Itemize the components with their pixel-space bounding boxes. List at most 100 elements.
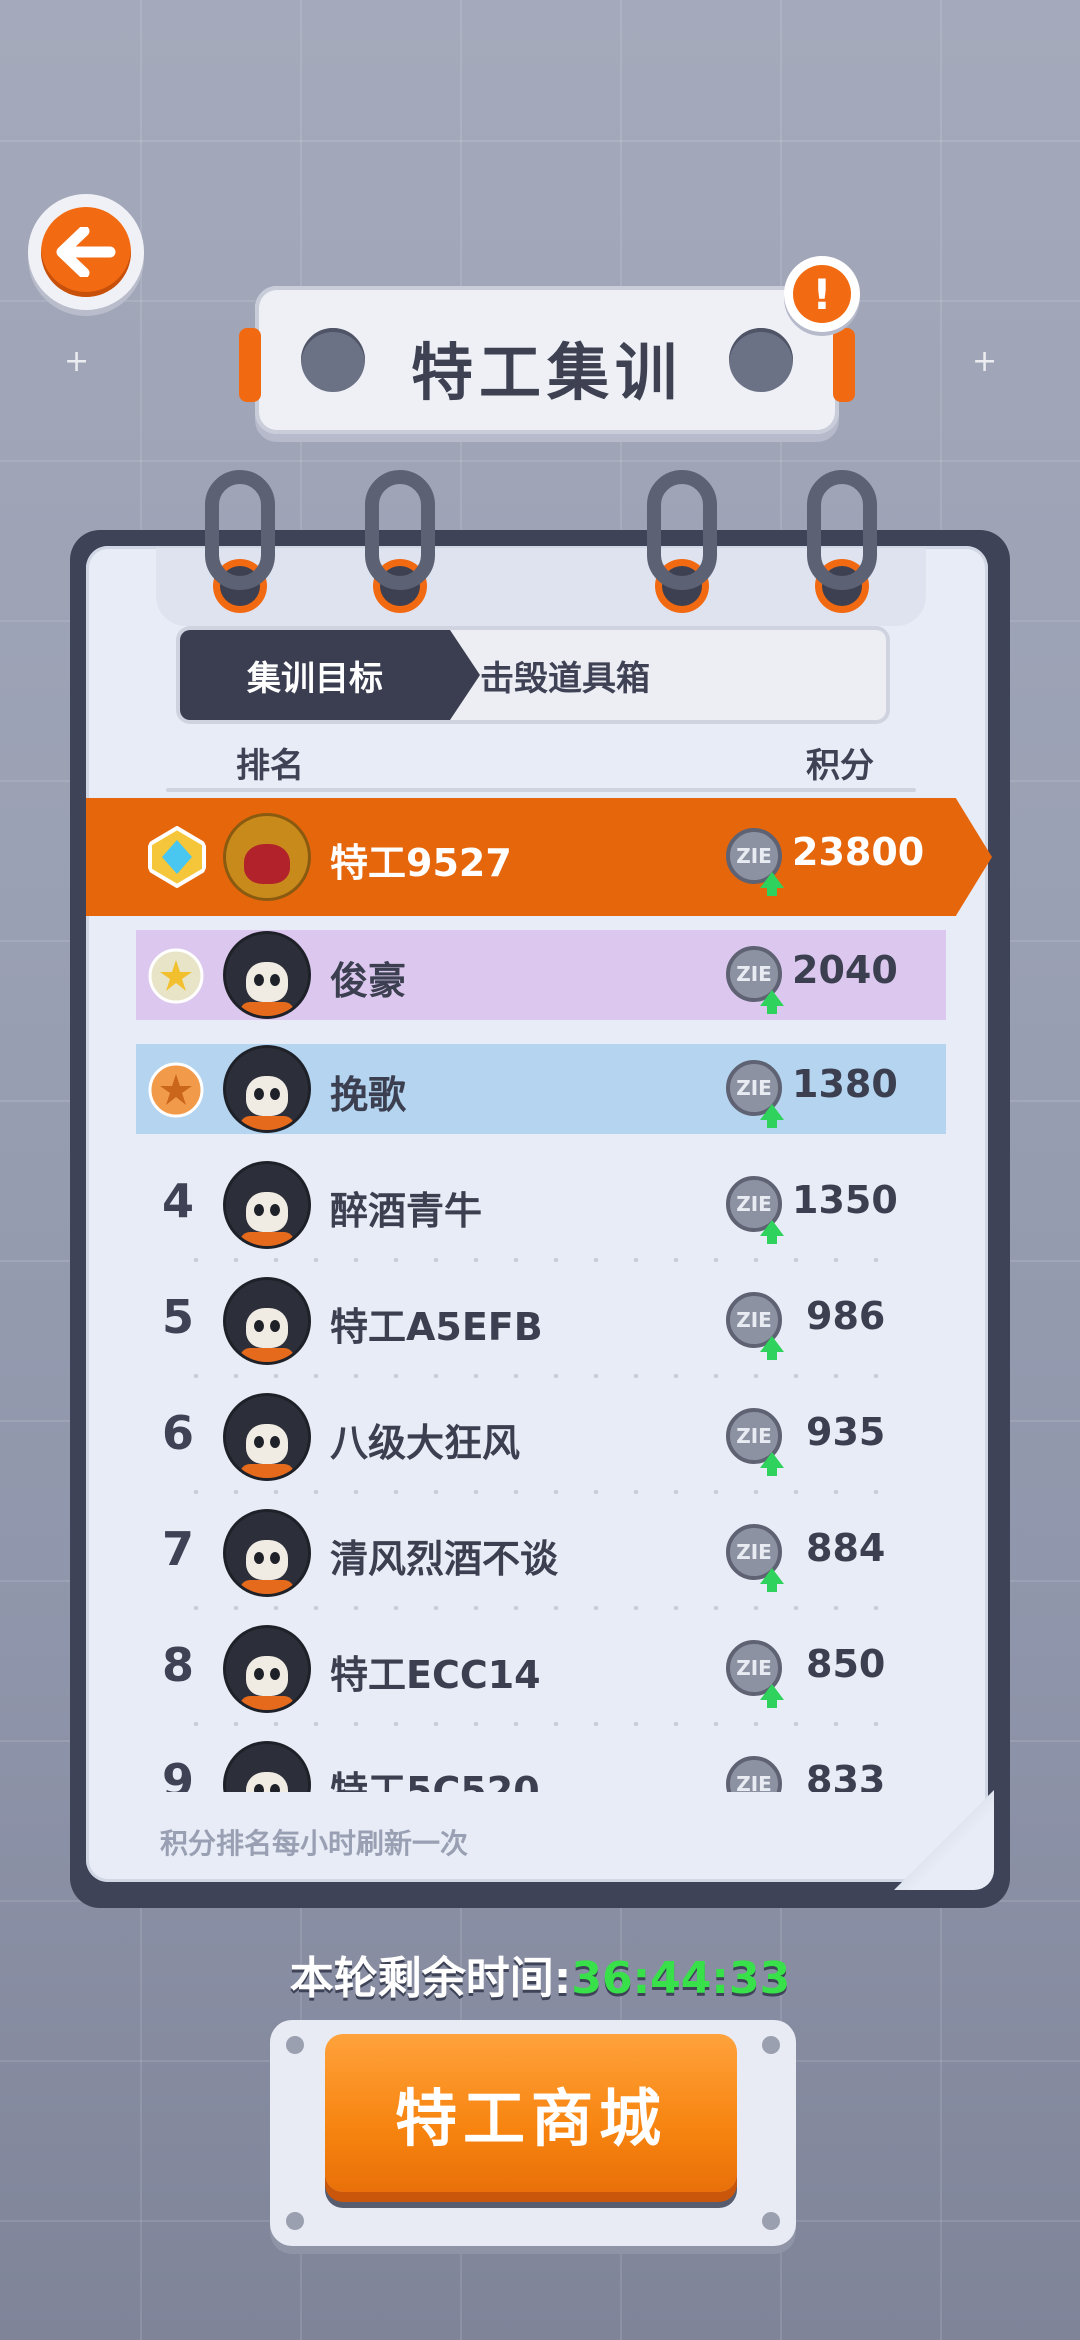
player-score: 986 [806, 1294, 886, 1338]
title-plate: 特工集训 [239, 286, 855, 434]
player-name: 清风烈酒不谈 [330, 1537, 559, 1581]
coin-label: ZIE [736, 1308, 772, 1332]
avatar-face [246, 1772, 288, 1792]
info-button[interactable]: ! [784, 256, 860, 332]
player-name: 特工5C520 [330, 1769, 540, 1792]
back-button[interactable] [28, 194, 144, 310]
coin-label: ZIE [736, 1540, 772, 1564]
avatar-face [246, 1192, 288, 1232]
page-title: 特工集训 [410, 336, 683, 409]
player-score: 23800 [792, 830, 925, 874]
round-timer: 本轮剩余时间:36:44:33 [0, 1942, 1080, 2006]
avatar-face [246, 1308, 288, 1348]
table-row[interactable]: 特工9527 ZIE 23800 [86, 798, 988, 914]
avatar-face [246, 1076, 288, 1116]
player-score: 2040 [792, 948, 898, 992]
player-name: 特工ECC14 [330, 1653, 541, 1697]
avatar-eye [270, 1088, 280, 1100]
table-row[interactable]: 9 特工5C520 ZIE 833 [86, 1726, 988, 1792]
binder-ring [807, 470, 877, 590]
agent-shop-button[interactable]: 特工商城 [325, 2034, 737, 2192]
header-divider [166, 788, 916, 792]
arrow-up-icon [760, 1452, 784, 1476]
player-score: 850 [806, 1642, 886, 1686]
rank-number: 8 [161, 1638, 194, 1692]
arrow-up-icon [760, 1684, 784, 1708]
player-name: 特工9527 [330, 841, 512, 885]
avatar-eye [254, 1088, 264, 1100]
avatar [226, 1048, 308, 1130]
coin-label: ZIE [736, 1656, 772, 1680]
avatar-face [246, 1540, 288, 1580]
bronze-medal-icon [148, 1062, 204, 1118]
arrow-up-icon [760, 1568, 784, 1592]
tab-training-goal[interactable]: 集训目标 [180, 630, 480, 720]
avatar-eye [254, 1436, 264, 1448]
points-coin-icon: ZIE [726, 1524, 784, 1592]
player-score: 884 [806, 1526, 886, 1570]
avatar-collar [240, 1002, 294, 1016]
player-name: 特工A5EFB [330, 1305, 543, 1349]
player-name: 醉酒青牛 [330, 1189, 483, 1233]
player-score: 1380 [792, 1062, 898, 1106]
tab-bar: 集训目标 击毁道具箱 [180, 630, 886, 720]
diamond-medal-icon [148, 826, 206, 888]
points-coin-icon: ZIE [726, 946, 784, 1014]
avatar-collar [240, 1580, 294, 1594]
avatar-eye [254, 1552, 264, 1564]
points-coin-icon: ZIE [726, 1292, 784, 1360]
avatar [226, 1396, 308, 1478]
avatar [226, 934, 308, 1016]
avatar-eye [254, 1204, 264, 1216]
avatar-collar [240, 1348, 294, 1362]
points-coin-icon: ZIE [726, 1060, 784, 1128]
avatar [226, 1512, 308, 1594]
exclamation-icon: ! [793, 265, 851, 323]
table-row[interactable]: 4 醉酒青牛 ZIE 1350 [86, 1146, 988, 1262]
rank-number: 7 [161, 1522, 194, 1576]
binder-ring [365, 470, 435, 590]
avatar-face [246, 1656, 288, 1696]
avatar-face [246, 962, 288, 1002]
table-row[interactable]: 5 特工A5EFB ZIE 986 [86, 1262, 988, 1378]
arrow-up-icon [760, 1336, 784, 1360]
coin-label: ZIE [736, 1192, 772, 1216]
binder-ring [205, 470, 275, 590]
table-row[interactable]: 8 特工ECC14 ZIE 850 [86, 1610, 988, 1726]
avatar-eye [270, 1204, 280, 1216]
avatar-face [244, 844, 290, 884]
coin-label: ZIE [736, 962, 772, 986]
arrow-up-icon [760, 1104, 784, 1128]
table-row[interactable]: 俊豪 ZIE 2040 [86, 916, 988, 1032]
avatar-eye [270, 974, 280, 986]
coin-label: ZIE [736, 1424, 772, 1448]
avatar-eye [270, 1320, 280, 1332]
rank-number: 5 [161, 1290, 194, 1344]
table-row[interactable]: 7 清风烈酒不谈 ZIE 884 [86, 1494, 988, 1610]
player-name: 俊豪 [330, 959, 407, 1003]
tab-destroy-crates[interactable]: 击毁道具箱 [480, 630, 886, 720]
table-row[interactable]: 6 八级大狂风 ZIE 935 [86, 1378, 988, 1494]
avatar-face [246, 1424, 288, 1464]
avatar [226, 1744, 308, 1792]
column-header-rank: 排名 [236, 746, 304, 786]
rank-number: 4 [161, 1174, 194, 1228]
avatar-eye [254, 1668, 264, 1680]
avatar-eye [270, 1436, 280, 1448]
rank-number: 6 [161, 1406, 194, 1460]
table-row[interactable]: 挽歌 ZIE 1380 [86, 1030, 988, 1146]
refresh-note: 积分排名每小时刷新一次 [160, 1827, 469, 1860]
coin-label: ZIE [736, 1076, 772, 1100]
silver-medal-icon [148, 948, 204, 1004]
coin-label: ZIE [736, 844, 772, 868]
avatar-eye [270, 1784, 280, 1792]
screw-icon [286, 2212, 304, 2230]
player-score: 935 [806, 1410, 886, 1454]
avatar [226, 1164, 308, 1246]
timer-label: 本轮剩余时间: [289, 1953, 572, 2004]
avatar-collar [240, 1696, 294, 1710]
points-coin-icon: ZIE [726, 1640, 784, 1708]
back-arrow-icon [41, 207, 131, 297]
screw-icon [762, 2212, 780, 2230]
screw-icon [286, 2036, 304, 2054]
